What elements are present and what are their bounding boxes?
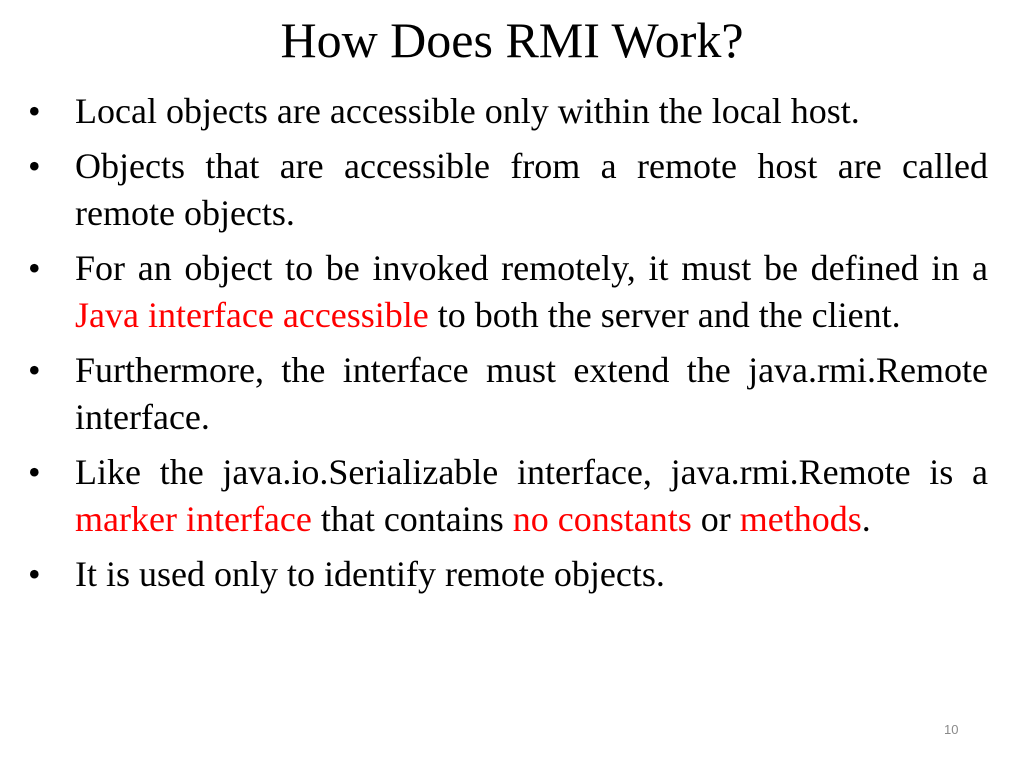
highlighted-text: no constants — [512, 499, 692, 539]
highlighted-text: methods — [739, 499, 862, 539]
bullet-text: It is used only to identify remote objec… — [75, 554, 665, 594]
bullet-text: that contains — [311, 499, 513, 539]
bullet-icon: • — [28, 452, 41, 492]
highlighted-text: Java interface accessible — [75, 295, 429, 335]
bullet-text: . — [861, 499, 871, 539]
page-number: 10 — [944, 722, 959, 737]
bullet-text: or — [691, 499, 740, 539]
bullet-icon: • — [28, 91, 41, 131]
bullet-item: • Furthermore, the interface must extend… — [28, 347, 988, 441]
bullet-item: • For an object to be invoked remotely, … — [28, 245, 988, 339]
bullet-item: • Like the java.io.Serializable interfac… — [28, 449, 988, 543]
bullet-icon: • — [28, 248, 41, 288]
slide-title: How Does RMI Work? — [280, 12, 744, 68]
bullet-list: • Local objects are accessible only with… — [28, 88, 988, 606]
highlighted-text: marker interface — [75, 499, 312, 539]
bullet-text: to both the server and the client. — [428, 295, 901, 335]
bullet-text: Objects that are accessible from a remot… — [75, 146, 988, 233]
bullet-text: Furthermore, the interface must extend t… — [75, 350, 988, 437]
bullet-icon: • — [28, 146, 41, 186]
bullet-text: Like the java.io.Serializable interface,… — [75, 452, 988, 492]
bullet-item: • Objects that are accessible from a rem… — [28, 143, 988, 237]
bullet-text: Local objects are accessible only within… — [75, 91, 860, 131]
bullet-text: For an object to be invoked remotely, it… — [75, 248, 988, 288]
bullet-item: • Local objects are accessible only with… — [28, 88, 988, 135]
bullet-icon: • — [28, 554, 41, 594]
bullet-item: • It is used only to identify remote obj… — [28, 551, 988, 598]
bullet-icon: • — [28, 350, 41, 390]
